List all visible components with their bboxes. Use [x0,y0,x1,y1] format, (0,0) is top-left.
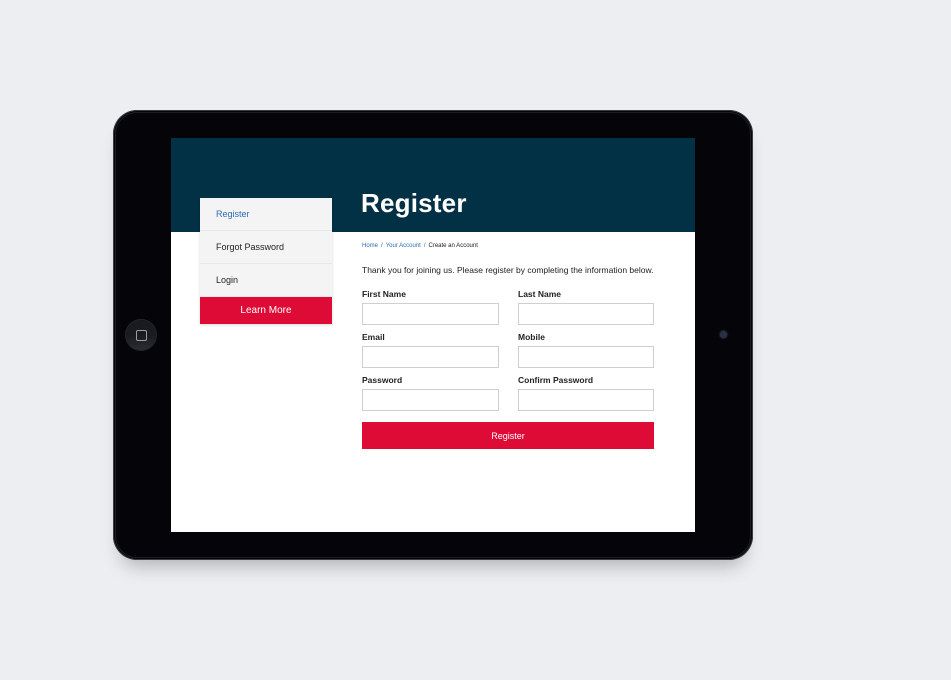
first-name-input[interactable] [362,303,499,325]
last-name-label: Last Name [518,289,561,299]
email-label: Email [362,332,385,342]
camera-icon [720,331,727,338]
register-submit-button[interactable]: Register [362,422,654,449]
breadcrumb-your-account[interactable]: Your Account [386,243,421,249]
breadcrumb: Home / Your Account / Create an Account [362,243,478,249]
registration-form: First Name Last Name Email Mobile Passwo… [362,289,654,449]
page-title: Register [361,188,467,218]
last-name-input[interactable] [518,303,654,325]
email-input[interactable] [362,346,499,368]
confirm-password-label: Confirm Password [518,375,594,385]
screen: Register Register Forgot Password Login … [171,138,695,532]
mobile-group: Mobile [518,332,654,368]
mobile-input[interactable] [518,346,654,368]
last-name-group: Last Name [518,289,654,325]
tablet-device-frame: Register Register Forgot Password Login … [113,110,753,560]
breadcrumb-home[interactable]: Home [362,243,378,249]
password-input[interactable] [362,389,499,411]
learn-more-button[interactable]: Learn More [200,297,332,324]
sidebar-item-register[interactable]: Register [200,198,332,231]
sidebar-item-login[interactable]: Login [200,264,332,297]
breadcrumb-separator: / [381,243,383,249]
confirm-password-input[interactable] [518,389,654,411]
home-square-icon [135,329,147,341]
confirm-password-group: Confirm Password [518,375,654,411]
first-name-group: First Name [362,289,499,325]
breadcrumb-current: Create an Account [428,243,478,249]
mobile-label: Mobile [518,332,545,342]
home-button-icon[interactable] [126,320,156,350]
intro-text: Thank you for joining us. Please registe… [362,265,654,275]
first-name-label: First Name [362,289,406,299]
email-group: Email [362,332,499,368]
password-label: Password [362,375,403,385]
password-group: Password [362,375,499,411]
sidebar-item-forgot-password[interactable]: Forgot Password [200,231,332,264]
breadcrumb-separator: / [423,243,426,249]
sidebar-nav: Register Forgot Password Login Learn Mor… [200,198,332,324]
